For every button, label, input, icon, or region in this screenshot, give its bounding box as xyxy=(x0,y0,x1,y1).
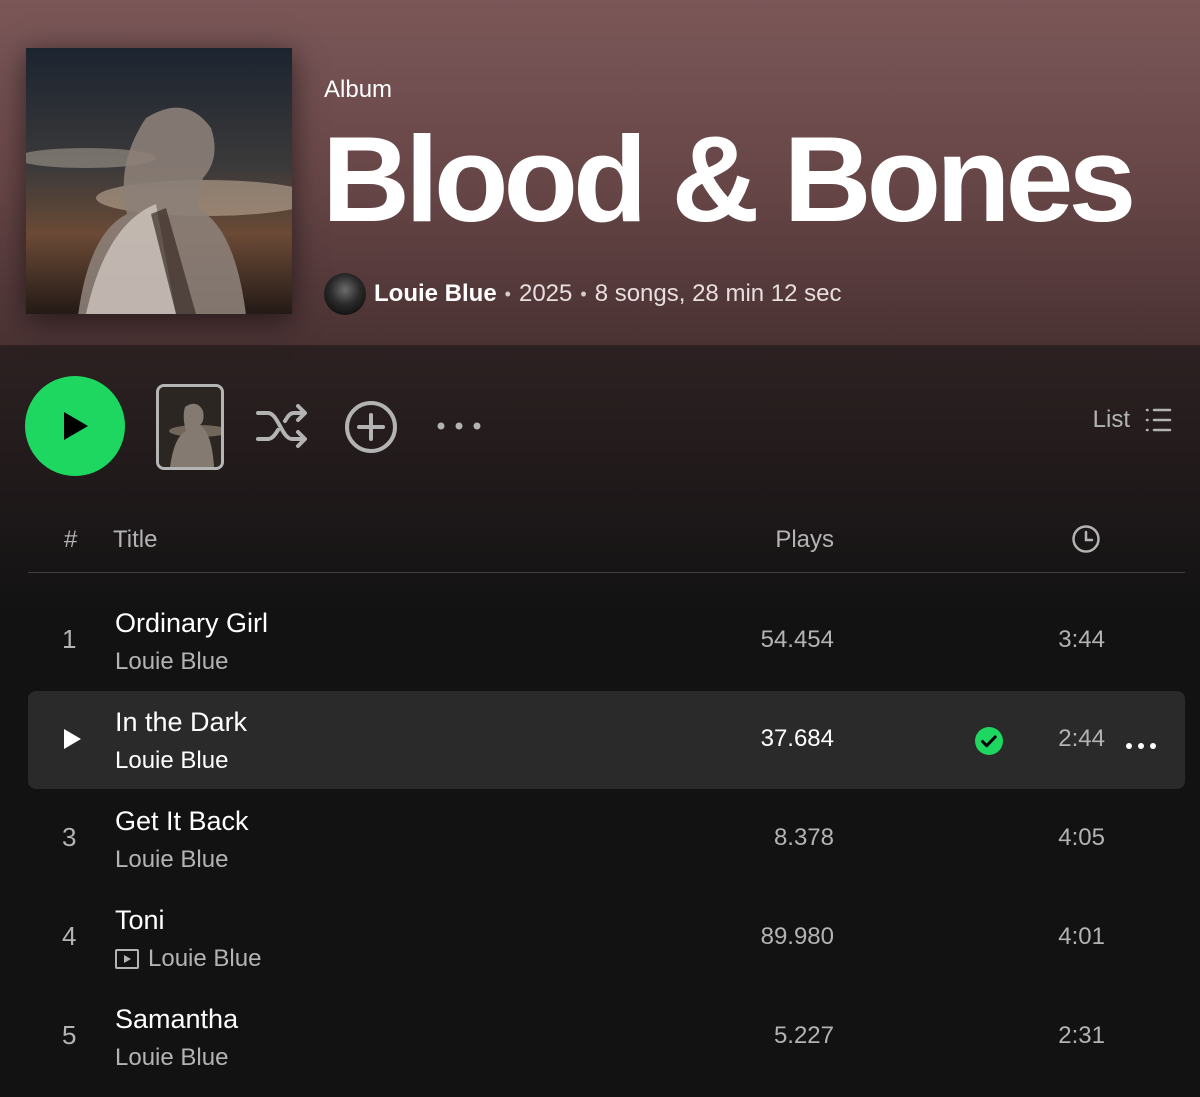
artist-avatar[interactable] xyxy=(324,273,366,315)
track-number: 1 xyxy=(62,624,77,654)
track-row[interactable]: In the Dark Louie Blue 37.684 2:44 xyxy=(28,691,1185,789)
shuffle-button[interactable] xyxy=(254,402,312,450)
column-plays: Plays xyxy=(775,526,834,553)
plus-circle-icon xyxy=(345,401,397,453)
separator-dot: • xyxy=(580,283,587,304)
column-title: Title xyxy=(113,526,158,553)
track-artist[interactable]: Louie Blue xyxy=(115,648,228,676)
track-row[interactable]: 5 Samantha Louie Blue 5.227 2:31 xyxy=(28,988,1185,1086)
track-title[interactable]: Samantha xyxy=(115,1004,238,1035)
track-row[interactable]: 3 Get It Back Louie Blue 8.378 4:05 xyxy=(28,790,1185,888)
track-number: 3 xyxy=(62,822,77,852)
album-year: 2025 xyxy=(518,280,573,307)
track-duration: 4:05 xyxy=(1058,824,1105,851)
play-icon xyxy=(64,412,88,440)
track-duration: 2:31 xyxy=(1058,1022,1105,1049)
track-plays: 37.684 xyxy=(760,725,834,752)
track-duration: 2:44 xyxy=(1058,725,1105,752)
album-summary: 8 songs, 28 min 12 sec xyxy=(594,280,842,307)
track-artist[interactable]: Louie Blue xyxy=(115,945,261,973)
track-plays: 54.454 xyxy=(760,626,834,653)
action-bar: List xyxy=(0,376,1200,476)
play-button[interactable] xyxy=(25,376,125,476)
track-title[interactable]: Toni xyxy=(115,905,165,936)
track-plays: 5.227 xyxy=(773,1022,834,1049)
track-plays: 89.980 xyxy=(760,923,834,950)
track-number: 4 xyxy=(62,921,77,951)
track-artist[interactable]: Louie Blue xyxy=(115,846,228,874)
view-mode-toggle[interactable]: List xyxy=(1093,406,1172,434)
row-more-options-icon[interactable] xyxy=(1125,737,1157,755)
more-options-button[interactable] xyxy=(434,414,484,438)
album-cover xyxy=(26,48,292,314)
list-icon xyxy=(1145,408,1172,432)
track-artist[interactable]: Louie Blue xyxy=(115,1044,228,1072)
music-video-icon xyxy=(115,949,139,969)
saved-check-icon[interactable] xyxy=(974,726,1004,761)
separator-dot: • xyxy=(504,283,511,304)
page-type-label: Album xyxy=(324,76,393,103)
track-duration: 3:44 xyxy=(1058,626,1105,653)
row-play-icon[interactable] xyxy=(62,728,82,755)
add-to-library-button[interactable] xyxy=(344,400,398,454)
artist-link[interactable]: Louie Blue xyxy=(374,280,497,308)
duration-clock-icon xyxy=(1071,524,1101,561)
album-title: Blood & Bones xyxy=(322,111,1136,247)
tracklist-header: # Title Plays xyxy=(28,516,1185,573)
track-title[interactable]: Ordinary Girl xyxy=(115,608,268,639)
track-title[interactable]: In the Dark xyxy=(115,707,247,738)
album-meta: Louie Blue • 2025 • 8 songs, 28 min 12 s… xyxy=(324,272,842,316)
track-artist[interactable]: Louie Blue xyxy=(115,747,228,775)
view-mode-label: List xyxy=(1092,406,1130,433)
shuffle-icon xyxy=(256,404,307,448)
more-horizontal-icon xyxy=(437,422,481,430)
track-row[interactable]: 4 Toni Louie Blue 89.980 4:01 xyxy=(28,889,1185,987)
track-duration: 4:01 xyxy=(1058,923,1105,950)
track-row[interactable]: 1 Ordinary Girl Louie Blue 54.454 3:44 xyxy=(28,592,1185,690)
track-number: 5 xyxy=(62,1020,77,1050)
album-preview-thumbnail[interactable] xyxy=(156,384,224,470)
track-plays: 8.378 xyxy=(773,824,834,851)
track-title[interactable]: Get It Back xyxy=(115,806,249,837)
column-number: # xyxy=(64,526,78,553)
